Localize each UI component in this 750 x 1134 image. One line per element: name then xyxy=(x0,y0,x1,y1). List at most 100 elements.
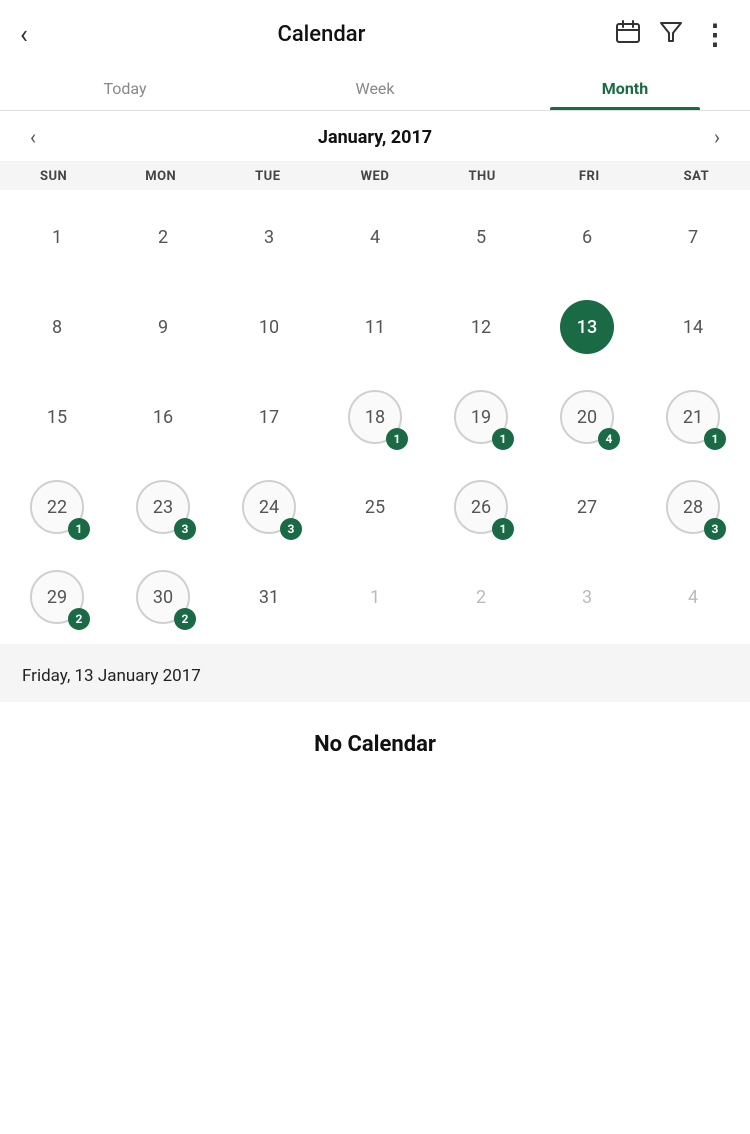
date-plain: 8 xyxy=(30,300,84,354)
date-plain: 31 xyxy=(242,570,296,624)
date-plain: 25 xyxy=(348,480,402,534)
event-day-circle: 23 3 xyxy=(136,480,190,534)
view-tabs: Today Week Month xyxy=(0,65,750,111)
calendar-day[interactable]: 21 1 xyxy=(640,370,746,460)
calendar-day[interactable]: 18 1 xyxy=(322,370,428,460)
calendar-day[interactable]: 6 xyxy=(534,190,640,280)
calendar-day[interactable]: 19 1 xyxy=(428,370,534,460)
no-calendar-section: No Calendar xyxy=(0,702,750,777)
date-plain: 4 xyxy=(348,210,402,264)
date-plain: 6 xyxy=(560,210,614,264)
page-title: Calendar xyxy=(277,22,365,47)
day-header-tue: TUE xyxy=(214,169,321,184)
calendar-day[interactable]: 20 4 xyxy=(534,370,640,460)
calendar-day[interactable]: 7 xyxy=(640,190,746,280)
calendar-day[interactable]: 24 3 xyxy=(216,460,322,550)
event-badge: 1 xyxy=(492,428,514,450)
event-day-circle: 22 1 xyxy=(30,480,84,534)
calendar-day[interactable]: 2 xyxy=(428,550,534,640)
date-plain: 2 xyxy=(454,570,508,624)
selected-date-section: Friday, 13 January 2017 xyxy=(0,644,750,702)
header-actions: ⋮ xyxy=(615,18,730,51)
date-plain: 9 xyxy=(136,300,190,354)
calendar-day[interactable]: 8 xyxy=(4,280,110,370)
date-plain: 12 xyxy=(454,300,508,354)
calendar-day[interactable]: 4 xyxy=(640,550,746,640)
event-badge: 1 xyxy=(386,428,408,450)
event-badge: 1 xyxy=(704,428,726,450)
calendar-day[interactable]: 1 xyxy=(322,550,428,640)
date-plain: 5 xyxy=(454,210,508,264)
date-plain: 1 xyxy=(348,570,402,624)
calendar-day[interactable]: 25 xyxy=(322,460,428,550)
tab-month[interactable]: Month xyxy=(500,65,750,110)
calendar-day[interactable]: 13 xyxy=(534,280,640,370)
selected-date-label: Friday, 13 January 2017 xyxy=(22,666,728,686)
next-month-button[interactable]: › xyxy=(706,121,728,153)
date-plain: 27 xyxy=(560,480,614,534)
date-plain: 17 xyxy=(242,390,296,444)
event-badge: 4 xyxy=(598,428,620,450)
day-header-sat: SAT xyxy=(643,169,750,184)
filter-icon[interactable] xyxy=(659,19,683,51)
calendar-day[interactable]: 3 xyxy=(216,190,322,280)
calendar-day[interactable]: 14 xyxy=(640,280,746,370)
event-badge: 3 xyxy=(174,518,196,540)
date-plain: 1 xyxy=(30,210,84,264)
calendar-icon[interactable] xyxy=(615,19,641,51)
tab-week[interactable]: Week xyxy=(250,65,500,110)
event-day-circle: 19 1 xyxy=(454,390,508,444)
weekday-headers: SUN MON TUE WED THU FRI SAT xyxy=(0,161,750,190)
event-day-circle: 20 4 xyxy=(560,390,614,444)
date-plain: 4 xyxy=(666,570,720,624)
date-plain: 2 xyxy=(136,210,190,264)
calendar-day[interactable]: 27 xyxy=(534,460,640,550)
day-header-sun: SUN xyxy=(0,169,107,184)
calendar-day[interactable]: 2 xyxy=(110,190,216,280)
event-day-circle: 24 3 xyxy=(242,480,296,534)
calendar-day[interactable]: 10 xyxy=(216,280,322,370)
calendar-day[interactable]: 31 xyxy=(216,550,322,640)
calendar-day[interactable]: 9 xyxy=(110,280,216,370)
no-calendar-title: No Calendar xyxy=(0,732,750,757)
date-plain: 10 xyxy=(242,300,296,354)
day-header-wed: WED xyxy=(321,169,428,184)
app-header: ‹ Calendar ⋮ xyxy=(0,0,750,65)
day-header-fri: FRI xyxy=(536,169,643,184)
prev-month-button[interactable]: ‹ xyxy=(22,121,44,153)
event-badge: 1 xyxy=(492,518,514,540)
tab-today[interactable]: Today xyxy=(0,65,250,110)
calendar-day[interactable]: 4 xyxy=(322,190,428,280)
calendar-day[interactable]: 16 xyxy=(110,370,216,460)
calendar-day[interactable]: 17 xyxy=(216,370,322,460)
calendar-day[interactable]: 1 xyxy=(4,190,110,280)
calendar-day[interactable]: 22 1 xyxy=(4,460,110,550)
calendar-day[interactable]: 28 3 xyxy=(640,460,746,550)
event-day-circle: 26 1 xyxy=(454,480,508,534)
calendar-day[interactable]: 30 2 xyxy=(110,550,216,640)
month-year-title: January, 2017 xyxy=(318,127,432,148)
calendar-day[interactable]: 11 xyxy=(322,280,428,370)
calendar-day[interactable]: 15 xyxy=(4,370,110,460)
event-badge: 1 xyxy=(68,518,90,540)
event-badge: 3 xyxy=(280,518,302,540)
calendar-grid: 1 2 3 4 5 6 xyxy=(0,190,750,640)
calendar-day[interactable]: 26 1 xyxy=(428,460,534,550)
more-options-icon[interactable]: ⋮ xyxy=(701,18,730,51)
event-day-circle: 29 2 xyxy=(30,570,84,624)
date-plain: 15 xyxy=(30,390,84,444)
event-day-circle: 30 2 xyxy=(136,570,190,624)
calendar-day[interactable]: 3 xyxy=(534,550,640,640)
date-plain: 7 xyxy=(666,210,720,264)
calendar-day[interactable]: 12 xyxy=(428,280,534,370)
calendar-day[interactable]: 23 3 xyxy=(110,460,216,550)
date-plain: 11 xyxy=(348,300,402,354)
calendar-day[interactable]: 29 2 xyxy=(4,550,110,640)
date-plain: 16 xyxy=(136,390,190,444)
calendar-day[interactable]: 5 xyxy=(428,190,534,280)
back-button[interactable]: ‹ xyxy=(20,20,28,50)
event-day-circle: 21 1 xyxy=(666,390,720,444)
month-navigation: ‹ January, 2017 › xyxy=(0,111,750,161)
event-day-circle: 28 3 xyxy=(666,480,720,534)
event-badge: 2 xyxy=(174,608,196,630)
